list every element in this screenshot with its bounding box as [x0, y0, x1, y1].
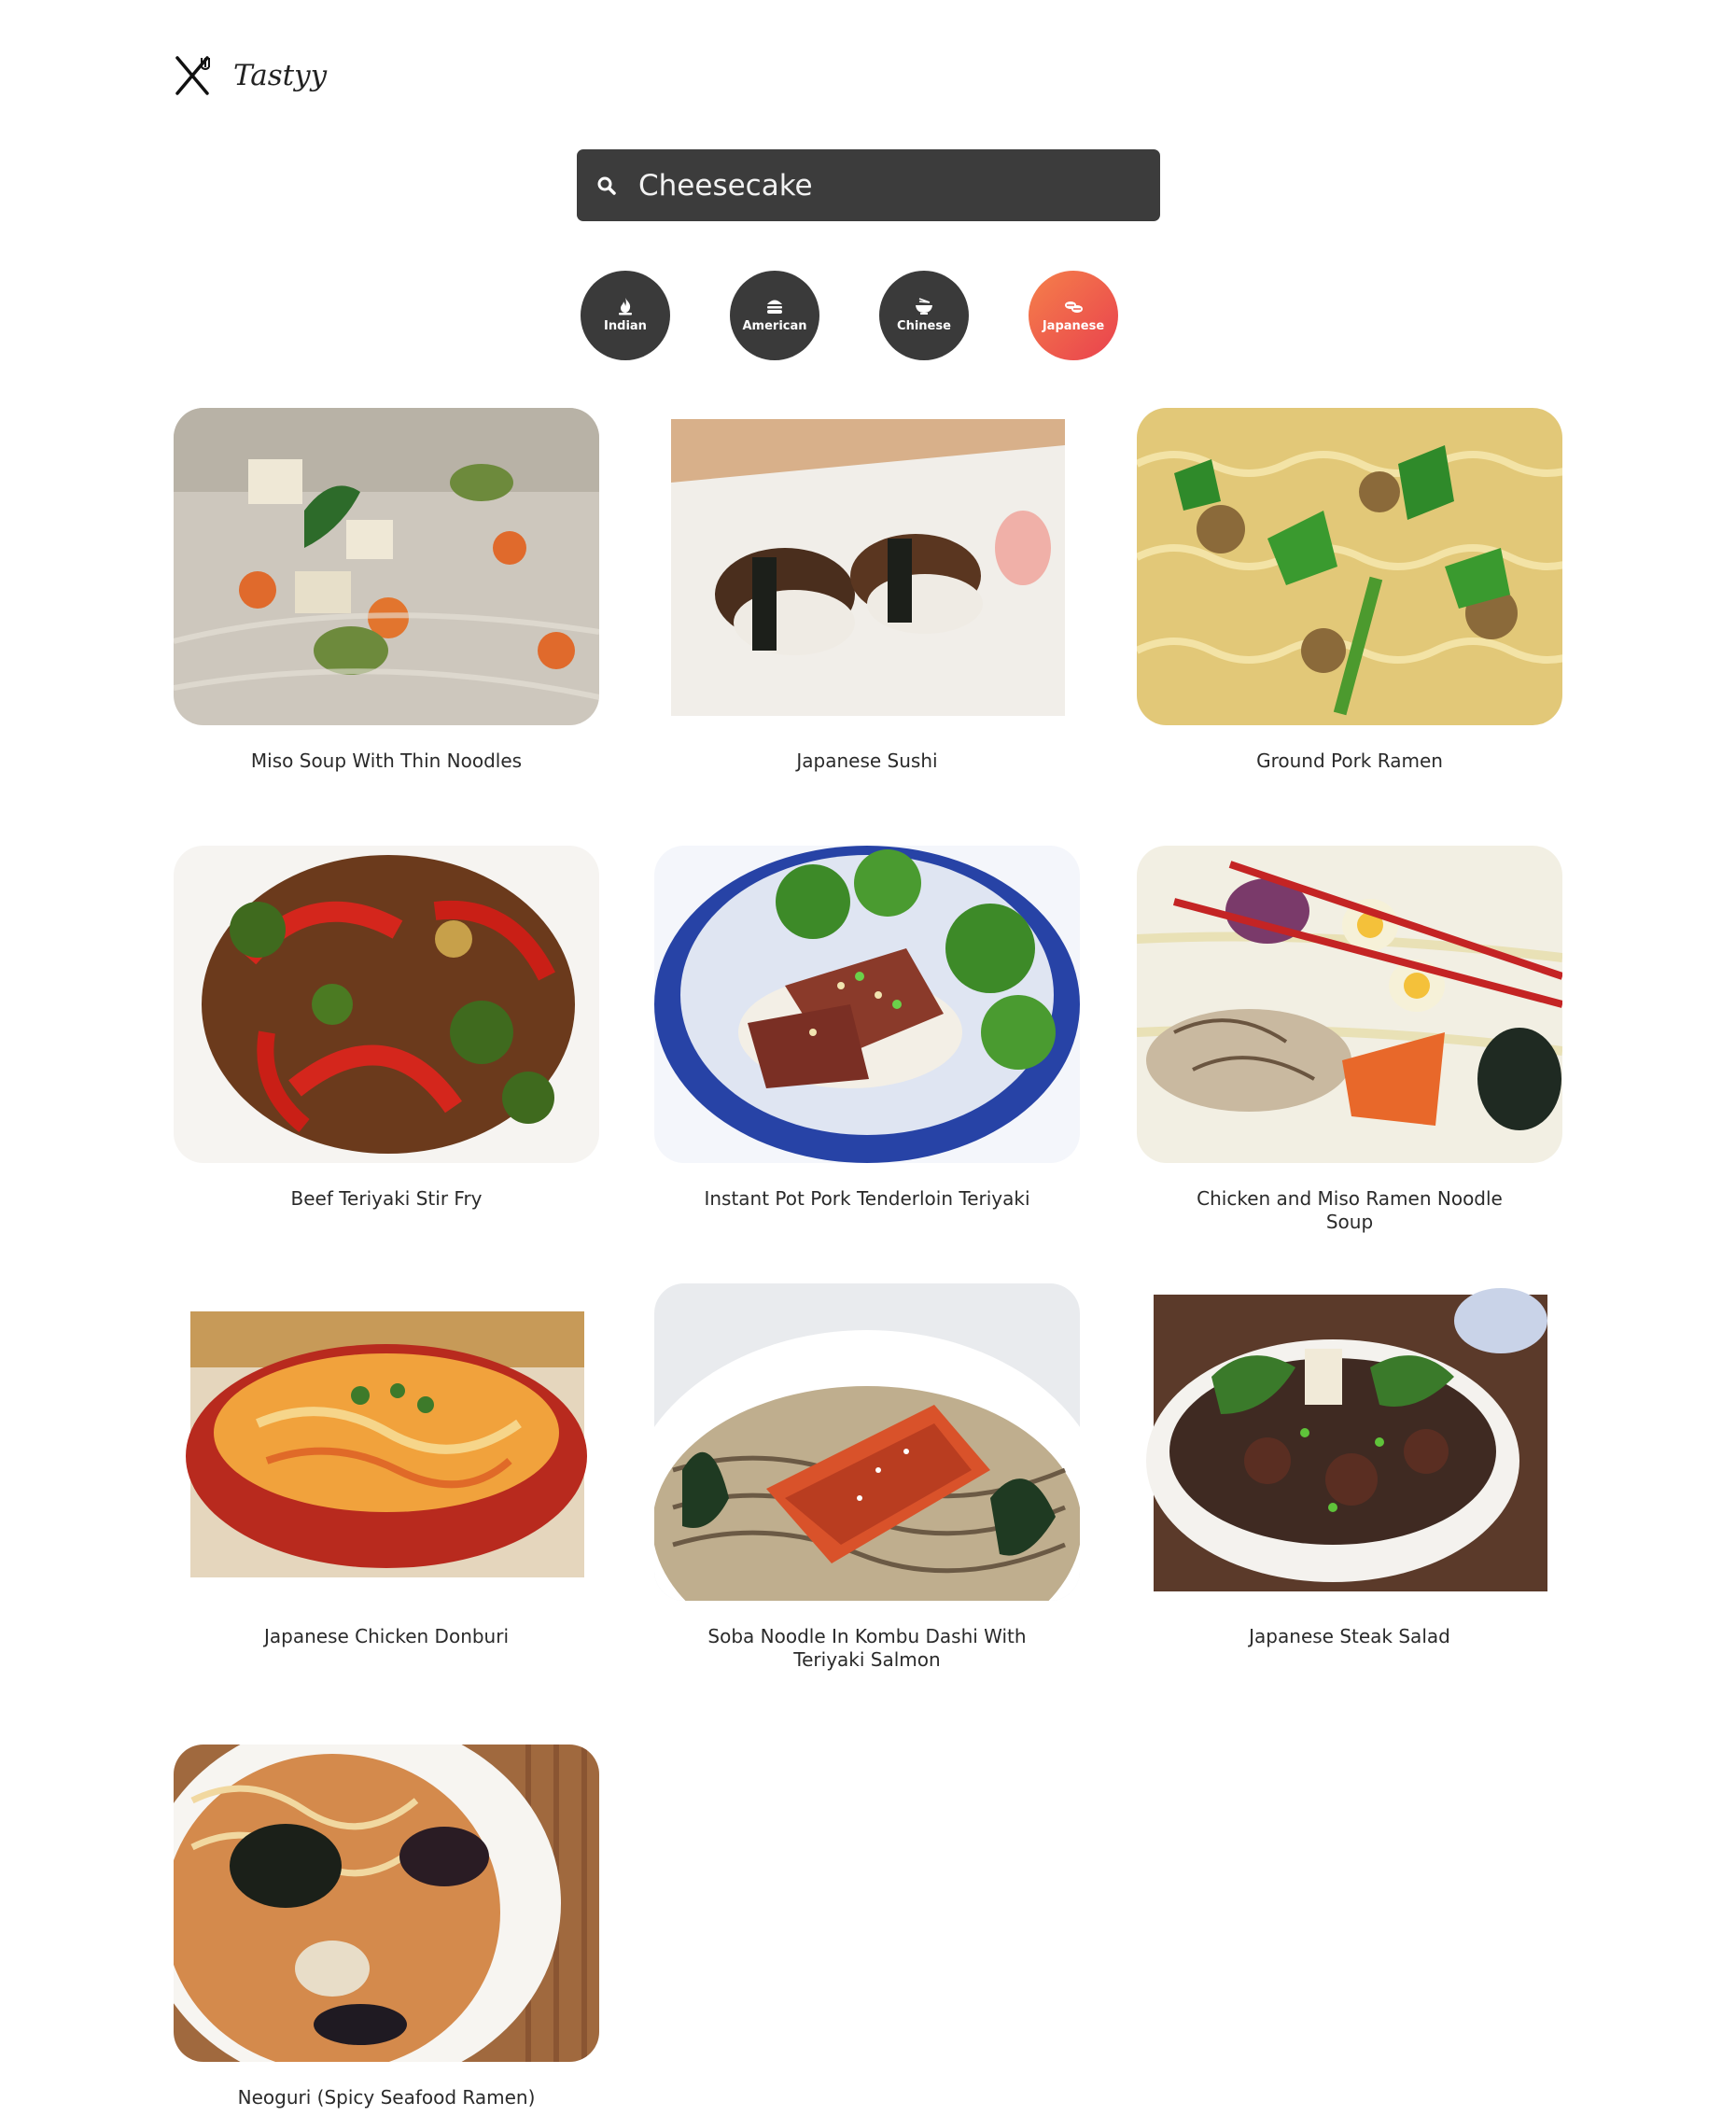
recipe-title[interactable]: Japanese Steak Salad	[1137, 1625, 1562, 1648]
recipe-image-beef-teriyaki[interactable]	[174, 846, 599, 1163]
recipe-image-chicken-donburi[interactable]	[174, 1283, 599, 1601]
recipe-card[interactable]: Japanese Steak Salad	[1137, 1283, 1562, 1648]
recipe-image-japanese-sushi[interactable]	[654, 408, 1080, 725]
recipe-image-chicken-miso-ramen[interactable]	[1137, 846, 1562, 1163]
recipe-image-miso-soup[interactable]	[174, 408, 599, 725]
recipe-title[interactable]: Instant Pot Pork Tenderloin Teriyaki	[654, 1187, 1080, 1211]
recipe-title[interactable]: Neoguri (Spicy Seafood Ramen)	[174, 2086, 599, 2109]
recipe-image-soba-salmon[interactable]	[654, 1283, 1080, 1601]
burger-icon	[767, 300, 782, 314]
recipe-card[interactable]: Ground Pork Ramen	[1137, 408, 1562, 773]
category-label: American	[742, 319, 807, 333]
recipe-title[interactable]: Chicken and Miso Ramen Noodle Soup	[1137, 1187, 1562, 1234]
recipe-title[interactable]: Miso Soup With Thin Noodles	[174, 750, 599, 773]
recipe-title[interactable]: Ground Pork Ramen	[1137, 750, 1562, 773]
recipe-card[interactable]: Soba Noodle In Kombu Dashi With Teriyaki…	[654, 1283, 1080, 1672]
recipe-card[interactable]: Miso Soup With Thin Noodles	[174, 408, 599, 773]
recipe-card[interactable]: Japanese Sushi	[654, 408, 1080, 773]
recipe-image-pork-tenderloin[interactable]	[654, 846, 1080, 1163]
recipe-image-steak-salad[interactable]	[1137, 1283, 1562, 1601]
category-indian-button[interactable]: Indian	[581, 271, 670, 360]
category-label: Chinese	[897, 319, 951, 333]
fork-knife-icon	[175, 56, 210, 95]
fire-icon	[619, 298, 632, 315]
recipe-title[interactable]: Japanese Sushi	[654, 750, 1080, 773]
recipe-image-neoguri[interactable]	[174, 1745, 599, 2062]
recipe-card[interactable]: Instant Pot Pork Tenderloin Teriyaki	[654, 846, 1080, 1211]
recipe-card[interactable]: Beef Teriyaki Stir Fry	[174, 846, 599, 1211]
noodle-bowl-icon	[916, 298, 932, 315]
category-label: Indian	[604, 319, 647, 333]
sushi-icon	[1065, 301, 1083, 313]
category-american-button[interactable]: American	[730, 271, 819, 360]
search-icon[interactable]	[595, 175, 618, 197]
category-filters: Indian American Chinese Japanese	[581, 271, 1118, 360]
recipe-image-ground-pork-ramen[interactable]	[1137, 408, 1562, 725]
recipe-title[interactable]: Soba Noodle In Kombu Dashi With Teriyaki…	[654, 1625, 1080, 1672]
search-bar	[577, 149, 1160, 221]
recipe-card[interactable]: Chicken and Miso Ramen Noodle Soup	[1137, 846, 1562, 1234]
brand-logo[interactable]: Tastyy	[174, 56, 327, 95]
recipe-card[interactable]: Japanese Chicken Donburi	[174, 1283, 599, 1648]
category-japanese-button[interactable]: Japanese	[1029, 271, 1118, 360]
brand-name: Tastyy	[233, 59, 328, 92]
recipe-title[interactable]: Beef Teriyaki Stir Fry	[174, 1187, 599, 1211]
recipe-title[interactable]: Japanese Chicken Donburi	[174, 1625, 599, 1648]
category-label: Japanese	[1042, 319, 1105, 333]
category-chinese-button[interactable]: Chinese	[879, 271, 969, 360]
recipe-card[interactable]: Neoguri (Spicy Seafood Ramen)	[174, 1745, 599, 2109]
search-input[interactable]	[638, 168, 1142, 203]
